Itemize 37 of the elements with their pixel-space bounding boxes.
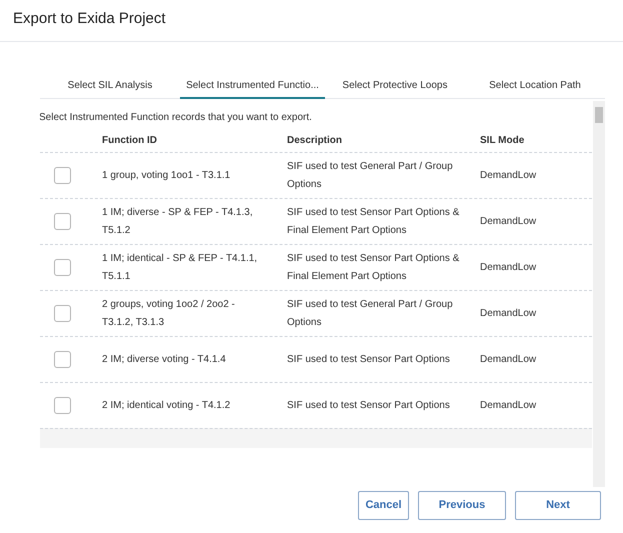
table-cell: 2 IM; identical voting - T4.1.2 (102, 400, 230, 410)
button[interactable]: Cancel (358, 491, 409, 520)
table-cell: SIF used to test Sensor Part Options (287, 354, 450, 364)
table-cell: 1 group, voting 1oo1 - T3.1.1 (102, 170, 230, 180)
table-cell: SIF used to test Sensor Part Options & Final Element Part Options (287, 206, 460, 236)
table-cell: DemandLow (480, 354, 536, 364)
checkbox[interactable] (54, 305, 71, 322)
checkbox[interactable] (54, 397, 71, 414)
table-cell: SIF used to test Sensor Part Options (287, 400, 450, 410)
table-cell: DemandLow (480, 216, 536, 226)
scrollbar[interactable] (593, 101, 605, 487)
table-cell: SIF used to test Sensor Part Options & Final Element Part Options (287, 252, 460, 282)
column-header: SIL Mode (480, 134, 524, 146)
table-cell: DemandLow (480, 262, 536, 272)
scrollbar-thumb[interactable] (595, 107, 603, 123)
button[interactable]: Previous (418, 491, 506, 520)
checkbox[interactable] (54, 351, 71, 368)
checkbox[interactable] (54, 259, 71, 276)
tab[interactable]: Select Instrumented Functio... (180, 73, 325, 99)
table-cell: SIF used to test General Part / Group Options (287, 298, 453, 328)
checkbox[interactable] (54, 167, 71, 184)
tab[interactable]: Select Location Path (464, 73, 606, 98)
window-title: Export to Exida Project (13, 9, 166, 29)
table-cell: DemandLow (480, 308, 536, 318)
table-cell: 1 IM; diverse - SP & FEP - T4.1.3, T5.1.2 (102, 206, 253, 236)
checkbox[interactable] (54, 213, 71, 230)
table-cell: 1 IM; identical - SP & FEP - T4.1.1, T5.1.1 (102, 252, 258, 282)
tab[interactable]: Select Protective Loops (324, 73, 465, 98)
column-header: Description (287, 134, 342, 146)
button[interactable]: Next (515, 491, 601, 520)
tab[interactable]: Select SIL Analysis (40, 73, 180, 98)
table-cell: 2 groups, voting 1oo2 / 2oo2 - T3.1.2, T3.1.3 (102, 298, 235, 328)
table-cell: SIF used to test General Part / Group Options (287, 160, 453, 190)
table-cell: DemandLow (480, 400, 536, 410)
column-header: Function ID (102, 134, 157, 146)
table-cell: DemandLow (480, 170, 536, 180)
table-cell: 2 IM; diverse voting - T4.1.4 (102, 354, 226, 364)
